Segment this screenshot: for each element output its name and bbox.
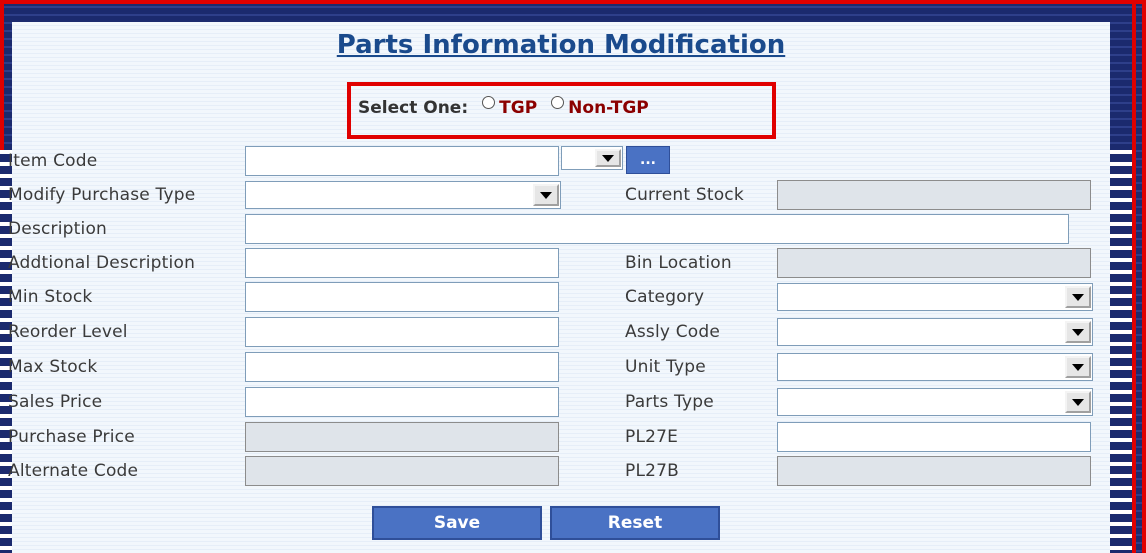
parts-type-label: Parts Type [625,392,714,412]
left-decor-stripes [0,150,12,553]
alternate-code-input[interactable] [245,456,559,486]
sales-price-input[interactable] [245,387,559,417]
purchase-price-input[interactable] [245,422,559,452]
sales-price-label: Sales Price [8,392,103,412]
reorder-level-input[interactable] [245,317,559,347]
modify-purchase-type-select[interactable] [245,181,561,209]
chevron-down-icon [1065,391,1091,413]
min-stock-input[interactable] [245,282,559,312]
additional-description-input[interactable] [245,248,559,278]
right-decor-stripes [1110,150,1132,553]
modify-purchase-type-label: Modify Purchase Type [8,185,196,205]
pl27e-input[interactable] [777,422,1091,452]
max-stock-label: Max Stock [8,357,98,377]
alternate-code-label: Alternate Code [8,461,139,481]
reset-button[interactable]: Reset [550,506,720,540]
bin-location-input[interactable] [777,248,1091,278]
additional-description-label: Addtional Description [8,253,196,273]
item-code-label: Item Code [8,151,98,171]
pl27b-input[interactable] [777,456,1091,486]
item-code-input[interactable] [245,146,559,176]
save-button[interactable]: Save [372,506,542,540]
chevron-down-icon [1065,286,1091,308]
page-title: Parts Information Modification [336,30,786,60]
tgp-radio[interactable] [482,95,496,109]
pl27b-label: PL27B [625,461,680,481]
chevron-down-icon [595,149,621,167]
reorder-level-label: Reorder Level [8,322,128,342]
bin-location-label: Bin Location [625,253,732,273]
description-input[interactable] [245,214,1069,244]
min-stock-label: Min Stock [8,287,93,307]
purchase-price-label: Purchase Price [8,427,135,447]
non-tgp-label: Non-TGP [568,98,649,118]
description-label: Description [8,219,108,239]
tgp-label: TGP [499,98,538,118]
product-select-group: Select One: TGP Non-TGP [358,95,649,118]
top-red-bar [0,0,178,4]
chevron-down-icon [1065,356,1091,378]
assly-code-label: Assly Code [625,322,721,342]
item-lookup-button[interactable]: ... [626,146,670,174]
chevron-down-icon [1065,321,1091,343]
unit-type-label: Unit Type [625,357,706,377]
select-one-label: Select One: [358,98,469,118]
parts-type-select[interactable] [777,388,1093,416]
unit-type-select[interactable] [777,353,1093,381]
chevron-down-icon [533,184,559,206]
category-select[interactable] [777,283,1093,311]
pl27e-label: PL27E [625,427,679,447]
form-panel: Parts Information Modification Select On… [8,22,1110,553]
current-stock-input[interactable] [777,180,1091,210]
non-tgp-radio[interactable] [551,95,565,109]
assly-code-select[interactable] [777,318,1093,346]
category-label: Category [625,287,705,307]
right-red-border [1132,0,1136,553]
item-code-select[interactable] [561,146,623,170]
current-stock-label: Current Stock [625,185,744,205]
max-stock-input[interactable] [245,352,559,382]
